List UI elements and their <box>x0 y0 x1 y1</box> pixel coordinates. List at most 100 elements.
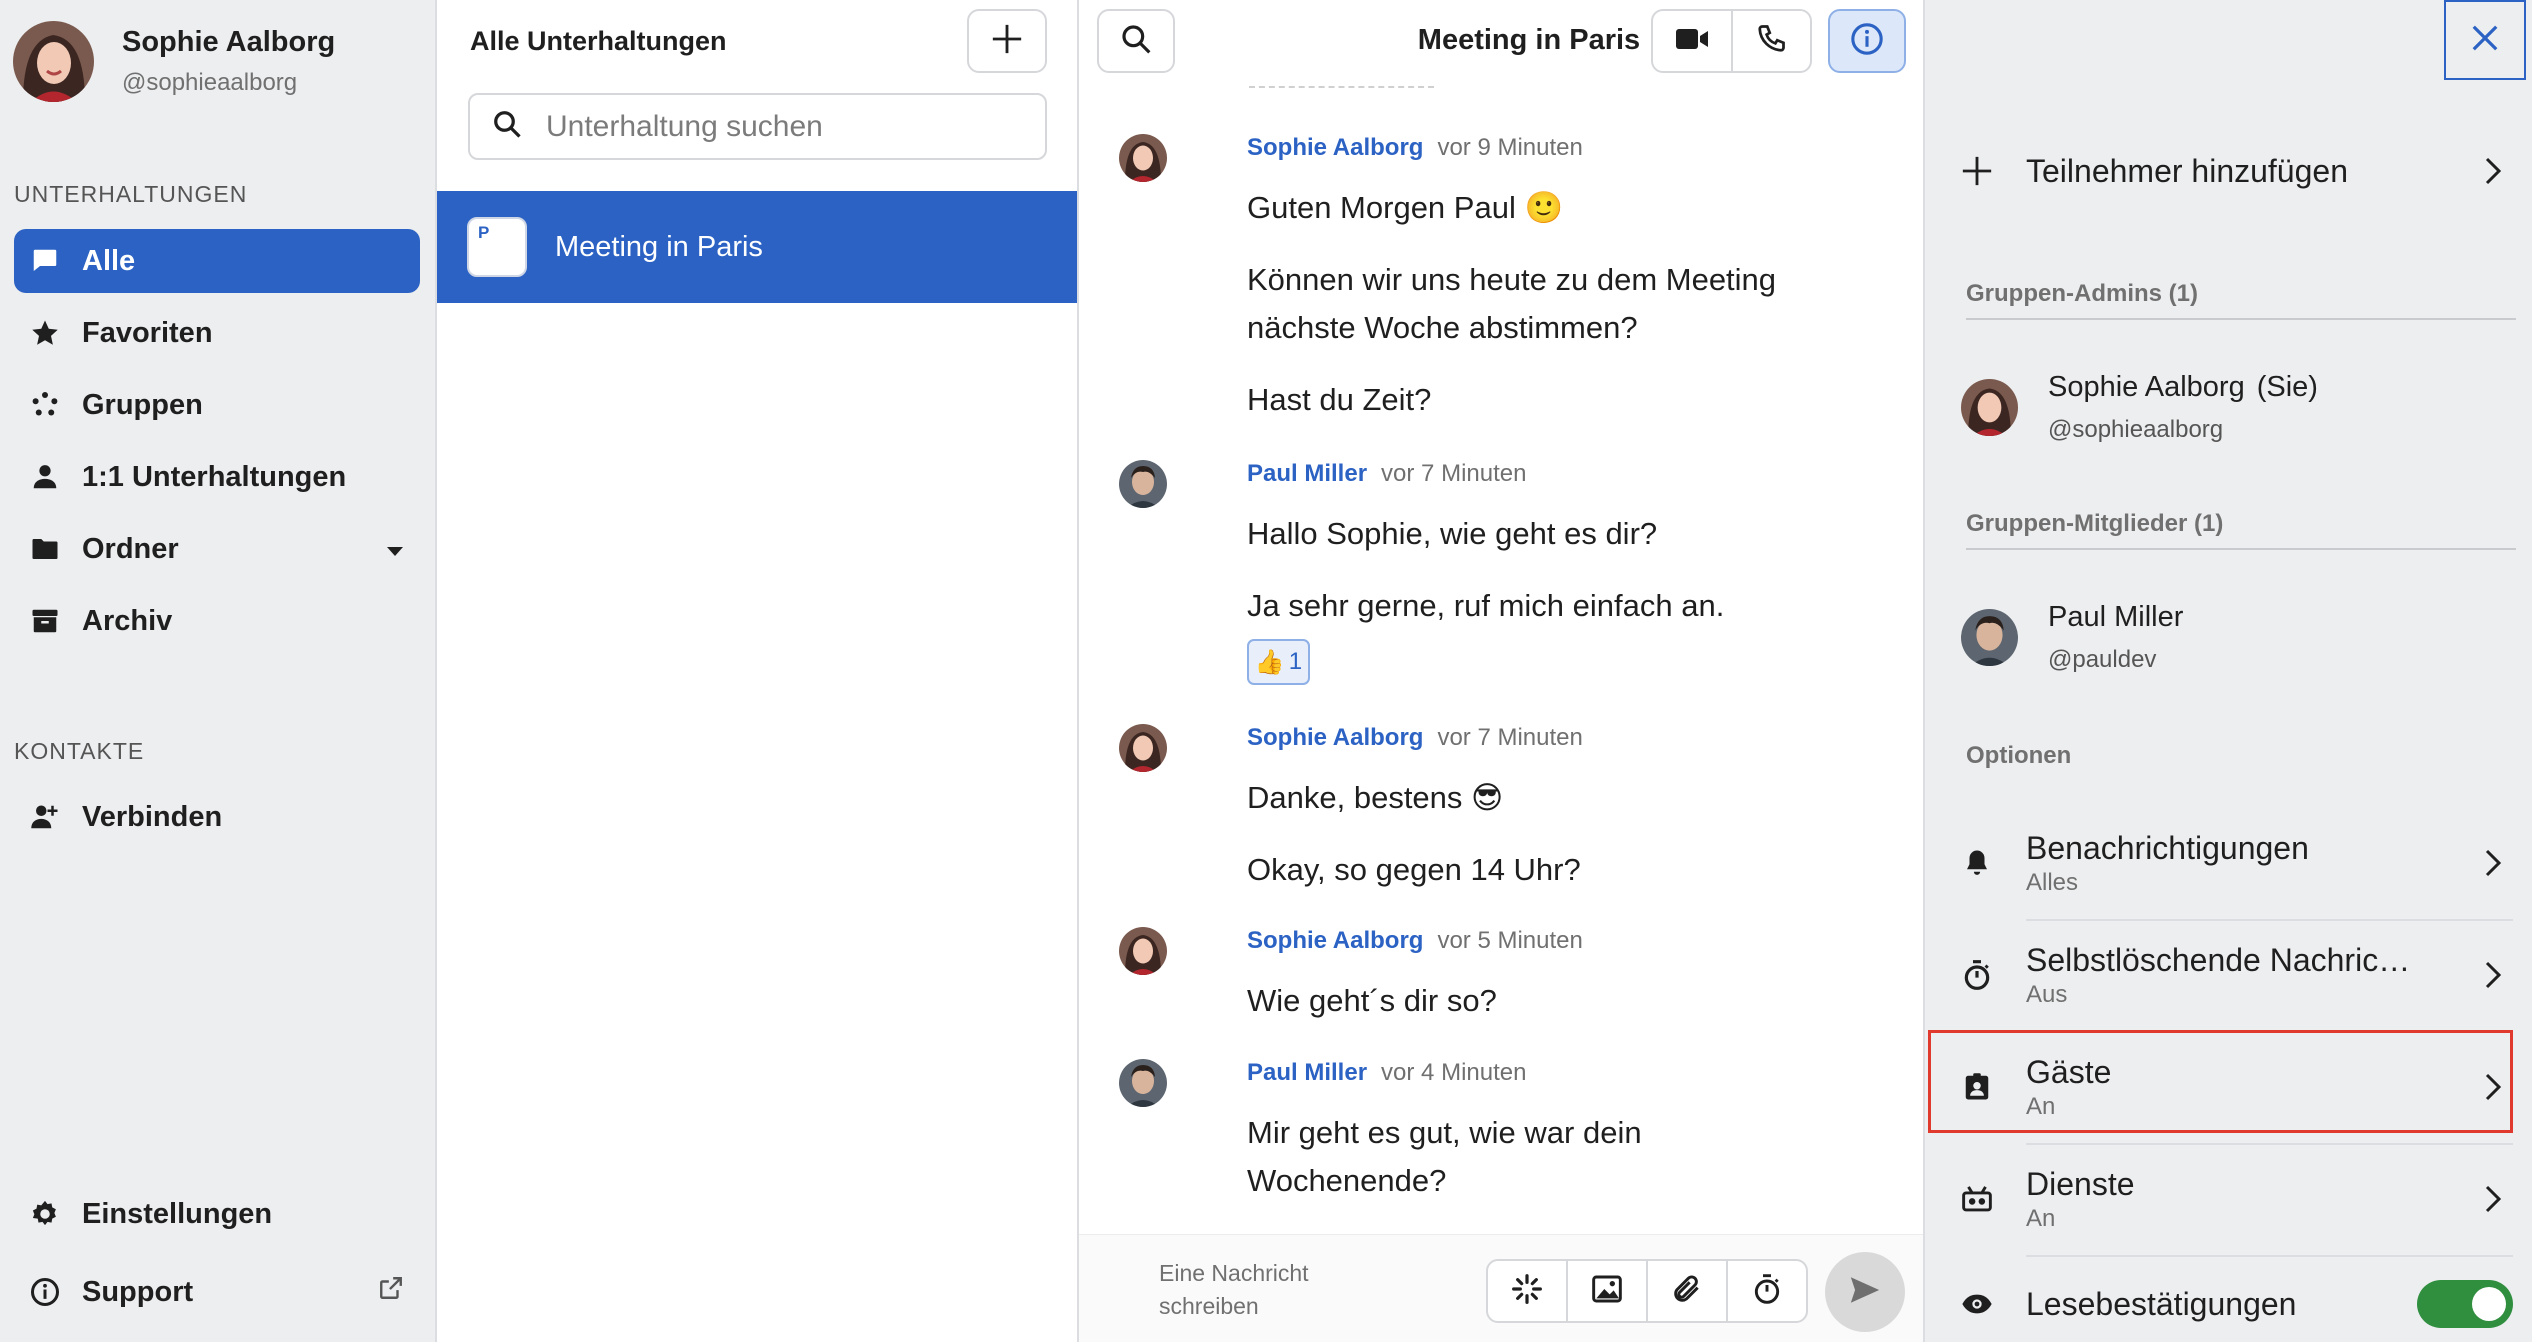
avatar[interactable] <box>1119 1059 1167 1107</box>
participant-handle: @sophieaalborg <box>2048 416 2224 443</box>
sidebar-item-favoriten[interactable]: Favoriten <box>14 301 420 365</box>
message-text: Hallo Sophie, wie geht es dir? <box>1247 516 1658 551</box>
sidebar-item-ordner[interactable]: Ordner <box>14 517 420 581</box>
chat-header: Meeting in Paris <box>1079 0 1923 84</box>
message-author[interactable]: Sophie Aalborg <box>1247 927 1423 954</box>
message-author[interactable]: Sophie Aalborg <box>1247 724 1423 751</box>
conversation-search-input[interactable] <box>546 109 1026 144</box>
user-handle: @sophieaalborg <box>122 69 298 96</box>
participant-name: Paul Miller <box>2048 601 2184 633</box>
attachment-button[interactable] <box>1646 1261 1726 1321</box>
reaction-emoji: 👍 <box>1254 648 1285 676</box>
chevron-right-icon <box>2473 961 2513 989</box>
option-notifications[interactable]: Benachrichtigungen Alles <box>1955 830 2513 896</box>
message-text: Danke, bestens 😎 <box>1247 780 1504 815</box>
avatar[interactable] <box>1119 927 1167 975</box>
sidebar-item-verbinden[interactable]: Verbinden <box>14 785 420 849</box>
conversation-nav: Alle Favoriten Gruppen 1:1 Unterhaltunge… <box>14 229 420 661</box>
option-title: Dienste <box>2026 1165 2135 1202</box>
sidebar-item-support[interactable]: Support <box>14 1260 420 1324</box>
chat-panel: Meeting in Paris Sophie Aalborg vor 9 Mi… <box>1079 0 1923 1342</box>
composer-tools <box>1486 1259 1808 1323</box>
add-person-icon <box>28 800 62 834</box>
add-participants-row[interactable]: Teilnehmer hinzufügen <box>1955 143 2513 199</box>
user-profile[interactable]: Sophie Aalborg @sophieaalborg <box>13 21 335 102</box>
sidebar-item-label: Support <box>82 1275 194 1308</box>
chat-search-button[interactable] <box>1097 9 1175 73</box>
conversation-list-panel: Alle Unterhaltungen P Meeting in Paris <box>437 0 1079 1342</box>
sidebar-item-label: Verbinden <box>82 800 223 833</box>
message-text: Können wir uns heute zu dem Meeting <box>1247 262 1777 297</box>
sidebar-item-alle[interactable]: Alle <box>14 229 420 293</box>
avatar[interactable] <box>1119 460 1167 508</box>
sidebar-item-label: Archiv <box>82 604 173 637</box>
option-value: Alles <box>2026 868 2079 896</box>
conversation-search <box>468 93 1047 160</box>
plus-icon <box>990 22 1024 61</box>
chat-icon <box>28 244 62 278</box>
archive-icon <box>28 604 62 638</box>
chevron-right-icon <box>2473 849 2513 877</box>
new-conversation-button[interactable] <box>967 9 1047 73</box>
conversation-info-button[interactable] <box>1828 9 1906 73</box>
reaction-badge[interactable]: 👍 1 <box>1247 639 1310 685</box>
message-text: Ja sehr gerne, ruf mich einfach an. <box>1247 588 1725 623</box>
avatar[interactable] <box>1119 724 1167 772</box>
message-text: nächste Woche abstimmen? <box>1247 310 1638 345</box>
ping-button[interactable] <box>1488 1261 1566 1321</box>
option-services[interactable]: Dienste An <box>1955 1166 2513 1232</box>
close-info-button[interactable] <box>2444 0 2526 80</box>
message-text: Guten Morgen Paul 🙂 <box>1247 190 1564 225</box>
sidebar-item-one-to-one[interactable]: 1:1 Unterhaltungen <box>14 445 420 509</box>
conversation-info-panel: Teilnehmer hinzufügen Gruppen-Admins (1)… <box>1923 0 2532 1342</box>
search-icon <box>492 109 522 144</box>
video-call-button[interactable] <box>1653 11 1731 71</box>
timed-message-button[interactable] <box>1726 1261 1806 1321</box>
avatar <box>1961 379 2018 436</box>
sidebar-item-einstellungen[interactable]: Einstellungen <box>14 1182 420 1246</box>
conversation-item[interactable]: P Meeting in Paris <box>437 191 1077 303</box>
option-title: Lesebestätigungen <box>2026 1285 2297 1322</box>
divider <box>2026 1143 2513 1145</box>
phone-icon <box>1756 24 1786 59</box>
audio-call-button[interactable] <box>1730 11 1811 71</box>
option-value: Aus <box>2026 980 2068 1008</box>
search-icon <box>1120 23 1152 60</box>
service-robot-icon <box>1955 1184 1999 1214</box>
star-icon <box>28 316 62 350</box>
message-author[interactable]: Paul Miller <box>1247 460 1367 487</box>
sidebar-item-label: Ordner <box>82 532 179 565</box>
message-time: vor 4 Minuten <box>1381 1059 1527 1086</box>
message-text: Okay, so gegen 14 Uhr? <box>1247 852 1581 887</box>
folder-icon <box>28 532 62 566</box>
chevron-right-icon <box>2473 157 2513 185</box>
admins-section-label: Gruppen-Admins (1) <box>1966 280 2198 307</box>
read-receipts-toggle[interactable] <box>2417 1280 2513 1328</box>
sidebar-item-archiv[interactable]: Archiv <box>14 589 420 653</box>
timer-icon <box>1955 959 1999 991</box>
sidebar-item-gruppen[interactable]: Gruppen <box>14 373 420 437</box>
message-text: Mir geht es gut, wie war dein <box>1247 1115 1642 1150</box>
conversation-avatar: P <box>467 217 527 277</box>
sidebar-item-label: Alle <box>82 244 136 277</box>
contacts-section-label: KONTAKTE <box>14 738 145 764</box>
participant-row[interactable]: Sophie Aalborg (Sie) @sophieaalborg <box>1961 371 2318 444</box>
message-time: vor 7 Minuten <box>1381 460 1527 487</box>
chevron-right-icon <box>2473 1185 2513 1213</box>
send-button[interactable] <box>1825 1252 1905 1332</box>
options-section-label: Optionen <box>1966 742 2072 769</box>
message-input[interactable] <box>1159 1257 1359 1323</box>
image-icon <box>1591 1273 1623 1310</box>
eye-icon <box>1955 1293 1999 1315</box>
user-avatar[interactable] <box>13 21 94 102</box>
participant-row[interactable]: Paul Miller @pauldev <box>1961 601 2183 674</box>
chevron-down-icon[interactable] <box>386 533 404 566</box>
message-author[interactable]: Sophie Aalborg <box>1247 134 1423 161</box>
image-button[interactable] <box>1566 1261 1646 1321</box>
avatar[interactable] <box>1119 134 1167 182</box>
divider <box>1966 318 2516 320</box>
option-self-deleting-messages[interactable]: Selbstlöschende Nachrichten Aus <box>1955 942 2513 1008</box>
option-title: Benachrichtigungen <box>2026 829 2309 866</box>
message-author[interactable]: Paul Miller <box>1247 1059 1367 1086</box>
message-text: Wie geht´s dir so? <box>1247 983 1497 1018</box>
